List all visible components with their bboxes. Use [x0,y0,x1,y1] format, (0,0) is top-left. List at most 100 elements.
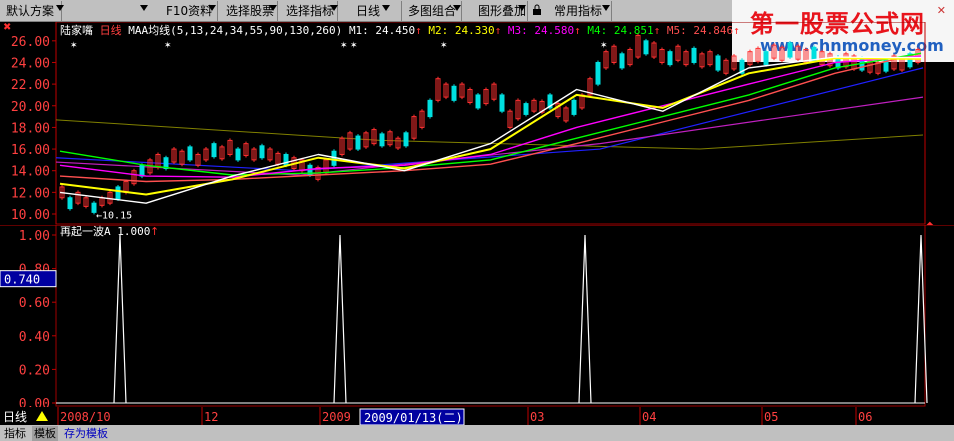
plot-frame [55,22,926,225]
candle-body [571,99,577,115]
date-label: 2008/10 [60,410,111,424]
expand-icon: ✖ [3,22,11,33]
close-icon[interactable]: ✕ [937,4,946,17]
y-tick-label: 14.00 [11,165,50,180]
y-tick-label: 18.00 [11,121,50,136]
dropdown-arrow-icon[interactable] [518,5,526,11]
dropdown-arrow-icon[interactable] [602,5,610,11]
candle-body [403,132,409,147]
candle-body [787,42,793,58]
date-label: 05 [764,410,778,424]
candle-body [235,148,241,161]
multi-chart-button[interactable]: 多图组合 [404,1,462,21]
f10-info-button[interactable]: F10资料 [162,1,218,21]
y-tick-label: 0.40 [19,330,50,345]
candle-body [475,94,481,109]
date-label: 03 [530,410,544,424]
candle-body [115,186,121,200]
bottom-tabs: 指标 模板 存为模板 [0,425,954,441]
dropdown-arrow-icon[interactable] [330,5,338,11]
dropdown-arrow-icon[interactable] [382,5,390,11]
dropdown-arrow-icon[interactable] [140,5,148,11]
period-label: 日线 [3,410,27,424]
candle-body [259,145,265,159]
legend-m3: M3: 24.580 [508,24,574,37]
signal-star-icon: ✶ [340,41,348,51]
y-tick-label: 24.00 [11,56,50,71]
cursor-value-label: 0.740 [4,273,40,287]
ma-series-m2 [59,57,922,196]
common-indicator-button[interactable]: 常用指标 [550,1,612,21]
tab-template[interactable]: 模板 [32,426,58,441]
select-indicator-button[interactable]: 选择指标 [282,1,338,21]
warning-icon [36,411,48,421]
up-arrow-icon: ↑ [574,24,587,37]
dropdown-arrow-icon[interactable] [56,5,64,11]
y-tick-label: 20.00 [11,100,50,115]
period-label: 日线 [100,23,129,37]
date-label: 2009 [322,410,351,424]
price-chart[interactable]: 26.00 24.00 22.00 20.00 18.00 16.00 14.00 12.00… [0,22,954,225]
y-tick-label: 16.00 [11,143,50,158]
candle-body [355,135,361,150]
signal-star-icon: ✶ [164,41,172,51]
dropdown-arrow-icon[interactable] [208,5,216,11]
ma260-line [55,119,924,150]
date-axis: 日线 2008/10 12 2009 03 04 05 06 2009/01/13(二) [0,407,954,426]
date-label: 06 [858,410,872,424]
y-tick-label: 10.00 [11,208,50,223]
candle-body [427,99,433,118]
indicator-name: MAA均线(5,13,24,34,55,90,130,260) [128,23,349,37]
date-label: 12 [204,410,218,424]
indicator-chart[interactable]: 1.000.800.600.400.200.000.740再起一波A 1.000… [0,225,954,407]
ma90-line [55,96,924,176]
signal-star-icon: ✶ [70,41,78,51]
signal-spike [578,234,592,404]
indicator-label: 再起一波A 1.000 [60,225,150,238]
min-price-label: ←10.15 [96,210,132,221]
daily-period-button[interactable]: 日线 [352,1,402,21]
signal-star-icon: ✶ [350,41,358,51]
lock-icon[interactable] [532,4,542,16]
candle-body [691,47,697,63]
date-label: 04 [642,410,656,424]
date-axis-svg: 日线 2008/10 12 2009 03 04 05 06 2009/01/13(二) [3,407,872,426]
legend-m4: M4: 24.851 [587,24,653,37]
chart-header: 陆家嘴 日线 MAA均线(5,13,24,34,55,90,130,260) M… [60,23,740,37]
overlay-button[interactable]: 图形叠加 [474,1,528,21]
signal-spike [113,234,127,404]
up-arrow-icon: ↑ [150,225,159,238]
y-tick-label: 22.00 [11,78,50,93]
up-arrow-icon: ↑ [654,24,667,37]
cursor-date-label: 2009/01/13(二) [364,411,463,425]
candle-body [451,85,457,101]
legend-m2: M2: 24.330 [428,24,494,37]
candle-body [667,51,673,66]
dropdown-arrow-icon[interactable] [453,5,461,11]
candle-body [523,103,529,115]
candle-body [499,94,505,112]
tab-indicator[interactable]: 指标 [2,426,28,441]
tab-save-template[interactable]: 存为模板 [62,426,110,441]
up-arrow-icon: ↑ [733,24,740,37]
dropdown-arrow-icon[interactable] [269,5,277,11]
legend-m5: M5: 24.846 [667,24,733,37]
select-stock-button[interactable]: 选择股票 [222,1,278,21]
candle-body [379,133,385,147]
candle-body [139,164,145,177]
signal-spike [333,234,347,404]
y-tick-label: 0.20 [19,363,50,378]
candle-body [715,55,721,71]
signal-star-icon: ✶ [440,41,448,51]
ma-series-m5 [59,52,922,183]
candle-body [811,46,817,61]
candle-body [187,146,193,161]
candle-body [595,61,601,85]
up-arrow-icon: ↑ [495,24,508,37]
ma-series-m1 [59,56,922,204]
stock-name: 陆家嘴 [60,23,100,37]
signal-star-icon: ✶ [600,41,608,51]
y-tick-label: 26.00 [11,35,50,50]
y-tick-label: 0.60 [19,296,50,311]
default-scheme-button[interactable]: 默认方案 [2,1,62,21]
